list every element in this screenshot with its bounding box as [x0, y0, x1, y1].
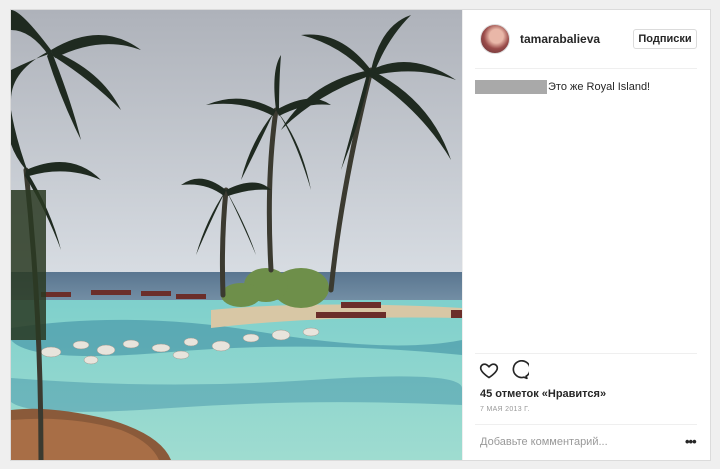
post-card: tamarabalieva Подписки Это же Royal Isla…	[10, 9, 711, 461]
post-sidebar: tamarabalieva Подписки Это же Royal Isla…	[462, 10, 710, 460]
avatar[interactable]	[480, 24, 510, 54]
comment-input[interactable]	[480, 434, 670, 450]
redacted-username-block	[475, 80, 547, 94]
post-date[interactable]: 7 МАЯ 2013 Г.	[480, 406, 530, 413]
heart-outline-icon[interactable]	[479, 360, 501, 382]
username-link[interactable]: tamarabalieva	[520, 32, 600, 46]
speech-bubble-icon[interactable]	[509, 359, 531, 382]
post-photo[interactable]	[11, 10, 462, 460]
header-divider	[475, 68, 697, 69]
following-button[interactable]: Подписки	[633, 29, 697, 49]
caption: Это же Royal Island!	[475, 80, 650, 94]
post-header: tamarabalieva Подписки	[463, 10, 711, 69]
actions-divider	[475, 353, 697, 354]
caption-text: Это же Royal Island!	[548, 81, 651, 93]
ellipsis-icon[interactable]: •••	[685, 434, 697, 449]
likes-count[interactable]: 45 отметок «Нравится»	[480, 388, 606, 400]
comment-divider	[475, 424, 697, 425]
